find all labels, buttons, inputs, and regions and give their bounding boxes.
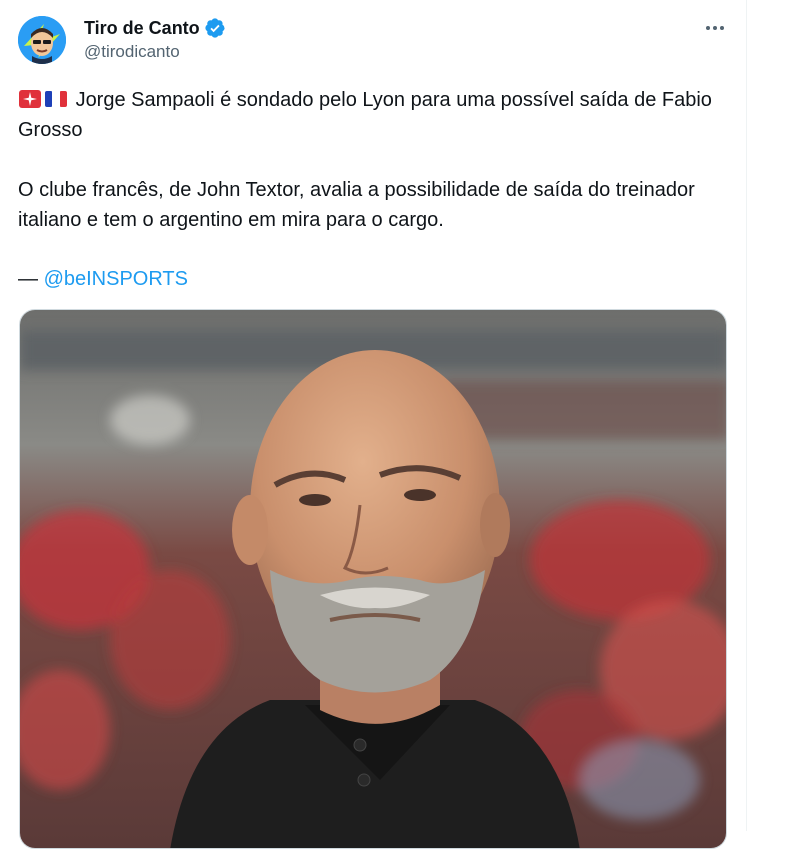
author-block: Tiro de Canto @tirodicanto <box>84 16 226 62</box>
column-divider <box>746 0 747 831</box>
france-flag-icon <box>45 91 67 107</box>
tweet-text-source: — @beINSPORTS <box>18 264 718 294</box>
rotating-light-icon <box>19 90 41 108</box>
avatar-cartoon-icon <box>18 16 66 64</box>
tweet-media-photo[interactable] <box>19 309 727 849</box>
tweet-card: Tiro de Canto @tirodicanto Jorge Sampaol… <box>0 0 746 849</box>
author-display-name[interactable]: Tiro de Canto <box>84 18 200 39</box>
verified-badge-icon[interactable] <box>204 17 226 39</box>
photo-bald-man-black-shirt-stadium <box>20 310 726 848</box>
tweet-text-body: O clube francês, de John Textor, avalia … <box>18 179 695 231</box>
tweet-headline-text: Jorge Sampaoli é sondado pelo Lyon para … <box>18 89 712 141</box>
more-options-icon[interactable] <box>700 16 730 40</box>
source-dash: — <box>18 268 44 290</box>
mention-link[interactable]: @beINSPORTS <box>44 268 188 290</box>
avatar[interactable] <box>18 16 66 64</box>
author-handle[interactable]: @tirodicanto <box>84 42 226 62</box>
tweet-text-headline: Jorge Sampaoli é sondado pelo Lyon para … <box>18 85 718 145</box>
